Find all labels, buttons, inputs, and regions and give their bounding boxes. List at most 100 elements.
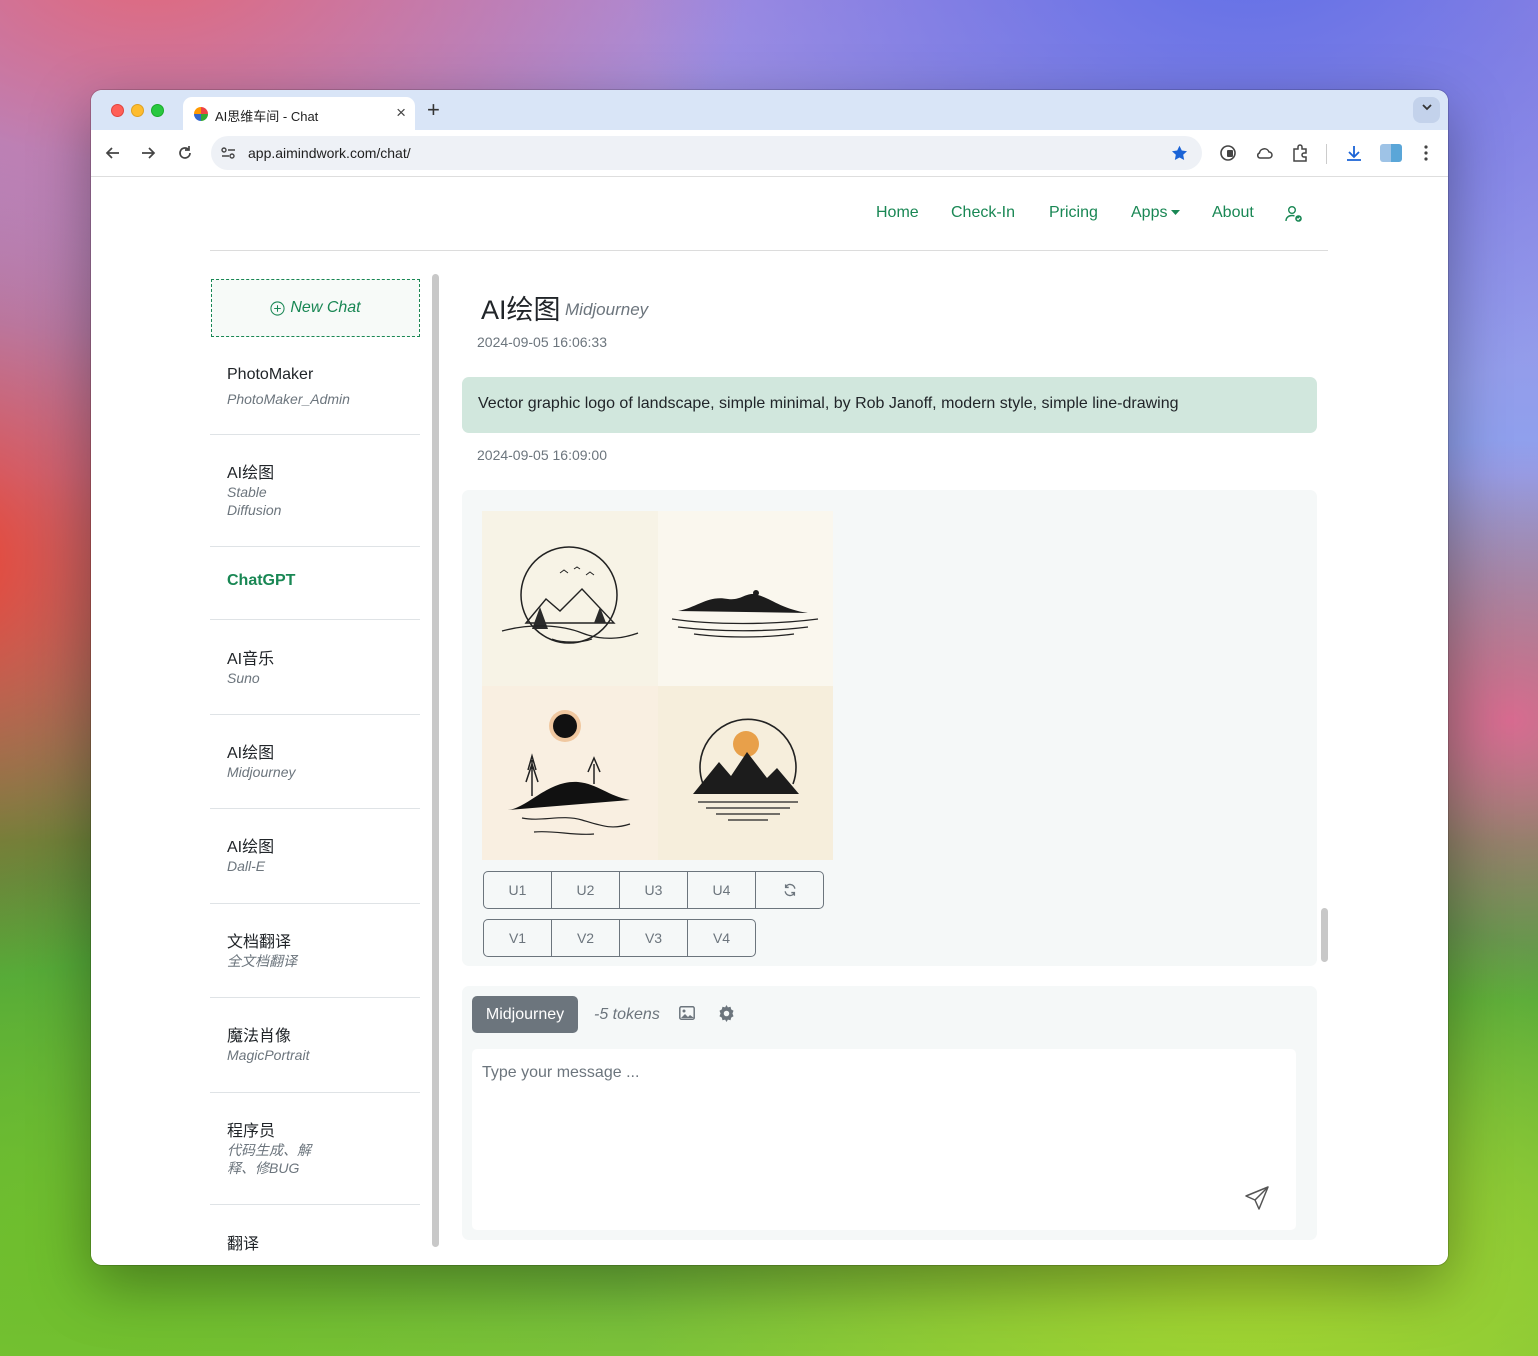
sidebar-item-sub: PhotoMaker_Admin [227, 391, 350, 407]
browser-menu-button[interactable] [1414, 141, 1438, 165]
gear-icon [719, 1005, 734, 1022]
minimize-window-button[interactable] [131, 104, 144, 117]
tab-search-button[interactable] [1413, 97, 1440, 123]
sidebar-item-sub: Dall-E [227, 858, 266, 874]
sidebar-scrollbar[interactable] [432, 274, 439, 1247]
chevron-down-icon [1421, 104, 1432, 111]
sidebar-item-name: AI音乐 [227, 651, 275, 668]
extensions-button[interactable] [1288, 141, 1312, 165]
sidebar-item-doc-translate[interactable]: 文档翻译 全文档翻译 [210, 904, 420, 998]
assistant-response: U1 U2 U3 U4 V1 V2 V3 V4 [462, 490, 1317, 966]
token-cost: -5 tokens [594, 1006, 660, 1023]
new-chat-label: New Chat [290, 299, 361, 316]
image-upload-button[interactable] [679, 1006, 695, 1025]
cloud-icon [1257, 148, 1273, 159]
sidebar-item-magic-portrait[interactable]: 魔法肖像 MagicPortrait [210, 998, 420, 1093]
reload-icon [179, 146, 191, 159]
key-shield-icon [1220, 145, 1236, 161]
site-settings-icon[interactable] [221, 146, 236, 160]
tab-bar: AI思维车间 - Chat × + [91, 90, 1448, 130]
browser-toolbar: app.aimindwork.com/chat/ [91, 130, 1448, 177]
chat-scrollbar[interactable] [1321, 908, 1328, 962]
nav-about[interactable]: About [1212, 204, 1254, 222]
puzzle-icon [1293, 144, 1307, 162]
message-input[interactable]: Type your message ... [472, 1049, 1296, 1230]
sidebar-item-programmer[interactable]: 程序员 代码生成、解释、修BUG [210, 1093, 420, 1205]
nav-apps-label: Apps [1131, 204, 1168, 221]
nav-check-in[interactable]: Check-In [951, 204, 1015, 222]
upscale-3-button[interactable]: U3 [619, 871, 688, 909]
sidebar-item-translate[interactable]: 翻译 [210, 1205, 420, 1265]
settings-button[interactable] [718, 1005, 735, 1027]
new-chat-button[interactable]: New Chat [211, 279, 420, 337]
download-icon [1347, 146, 1361, 161]
chat-title: AI绘图 [481, 295, 561, 325]
caret-down-icon [1171, 209, 1181, 215]
browser-window: AI思维车间 - Chat × + app.aimindwork.com/cha… [91, 90, 1448, 1265]
arrow-left-icon [105, 147, 119, 159]
generated-image-2 [658, 511, 833, 686]
browser-tab[interactable]: AI思维车间 - Chat × [183, 97, 415, 130]
reload-button[interactable] [173, 141, 197, 165]
profile-button[interactable] [1379, 141, 1403, 165]
image-icon [679, 1006, 695, 1020]
variation-button-group: V1 V2 V3 V4 [483, 919, 756, 957]
forward-button[interactable] [136, 141, 160, 165]
toolbar-divider [1326, 144, 1327, 164]
generated-image-1 [482, 511, 658, 686]
sidebar-item-dall-e[interactable]: AI绘图 Dall-E [210, 809, 420, 904]
generated-image-grid[interactable] [482, 511, 833, 860]
upscale-4-button[interactable]: U4 [687, 871, 756, 909]
sidebar-item-sub: Suno [227, 670, 260, 686]
maximize-window-button[interactable] [151, 104, 164, 117]
upscale-1-button[interactable]: U1 [483, 871, 552, 909]
chat-created-timestamp: 2024-09-05 16:06:33 [477, 334, 607, 350]
variation-4-button[interactable]: V4 [687, 919, 756, 957]
nav-pricing[interactable]: Pricing [1049, 204, 1098, 222]
more-vertical-icon [1424, 145, 1428, 161]
sidebar-item-chatgpt[interactable]: ChatGPT [210, 547, 420, 620]
upscale-2-button[interactable]: U2 [551, 871, 620, 909]
user-account-button[interactable] [1285, 205, 1303, 228]
sidebar-item-photomaker[interactable]: PhotoMaker PhotoMaker_Admin [210, 347, 420, 435]
nav-home[interactable]: Home [876, 204, 919, 222]
sidebar-item-stable-diffusion[interactable]: AI绘图 Stable Diffusion [210, 435, 420, 547]
new-tab-button[interactable]: + [427, 97, 440, 123]
variation-1-button[interactable]: V1 [483, 919, 552, 957]
sidebar-item-name: AI绘图 [227, 839, 275, 856]
sidebar-item-sub: MagicPortrait [227, 1047, 310, 1063]
reroll-button[interactable] [755, 871, 824, 909]
bookmark-star-icon[interactable] [1171, 145, 1188, 161]
user-message-text: Vector graphic logo of landscape, simple… [478, 395, 1179, 412]
sidebar-item-name: 翻译 [227, 1236, 260, 1253]
address-bar[interactable]: app.aimindwork.com/chat/ [211, 136, 1202, 170]
web-page: Home Check-In Pricing Apps About New Cha… [91, 178, 1448, 1265]
sidebar-item-suno[interactable]: AI音乐 Suno [210, 620, 420, 715]
profile-avatar-icon [1380, 144, 1402, 162]
sidebar-item-sub: 代码生成、解释、修BUG [227, 1142, 311, 1176]
tab-close-icon[interactable]: × [396, 103, 406, 123]
header-divider [210, 250, 1328, 251]
generated-image-3 [482, 686, 658, 860]
cloud-extension-button[interactable] [1252, 141, 1276, 165]
sidebar-item-midjourney[interactable]: AI绘图 Midjourney [210, 715, 420, 809]
arrow-right-icon [142, 147, 156, 159]
message-input-placeholder: Type your message ... [482, 1064, 640, 1081]
user-message-bubble: Vector graphic logo of landscape, simple… [462, 377, 1317, 433]
sidebar-item-sub: Stable Diffusion [227, 484, 282, 518]
password-manager-button[interactable] [1216, 141, 1240, 165]
model-selector-button[interactable]: Midjourney [472, 996, 578, 1033]
variation-3-button[interactable]: V3 [619, 919, 688, 957]
tab-title: AI思维车间 - Chat [215, 109, 319, 124]
downloads-button[interactable] [1342, 141, 1366, 165]
send-button[interactable] [1244, 1185, 1270, 1216]
sidebar-item-name: 魔法肖像 [227, 1028, 292, 1045]
close-window-button[interactable] [111, 104, 124, 117]
nav-apps[interactable]: Apps [1131, 204, 1181, 222]
back-button[interactable] [101, 141, 125, 165]
variation-2-button[interactable]: V2 [551, 919, 620, 957]
sidebar-item-name: 文档翻译 [227, 934, 292, 951]
user-check-icon [1285, 206, 1302, 222]
response-timestamp: 2024-09-05 16:09:00 [477, 447, 607, 463]
site-favicon-icon [194, 107, 208, 121]
